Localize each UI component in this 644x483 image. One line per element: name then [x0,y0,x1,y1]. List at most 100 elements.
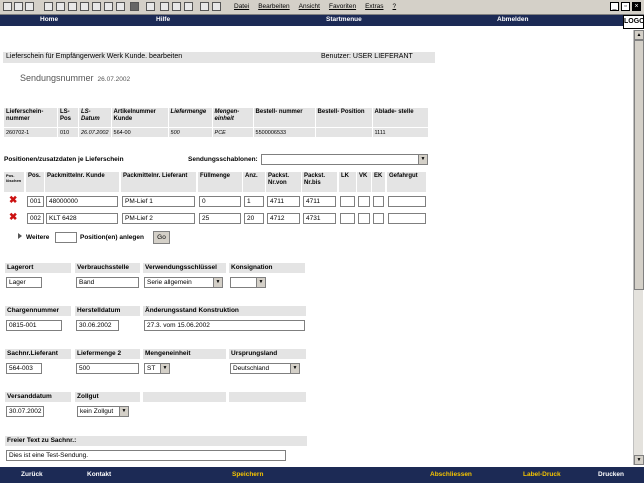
packmittel-kunde-input[interactable]: KLT 6428 [46,213,118,224]
scroll-up-icon[interactable]: ▲ [634,30,644,40]
packst-bis-input[interactable]: 4711 [303,196,336,207]
weitere-count-input[interactable] [55,232,77,243]
history-icon[interactable] [92,2,101,11]
pos-input[interactable]: 001 [27,196,44,207]
browser-toolbar: Datei Bearbeiten Ansicht Favoriten Extras? _… [0,0,644,15]
favorites-icon[interactable] [80,2,89,11]
sachnr-lieferant-label: Sachnr.Lieferant [5,349,71,359]
versanddatum-input[interactable]: 30.07.2002 [6,406,44,417]
chevron-down-icon[interactable]: ▼ [213,278,222,287]
schablonen-select[interactable]: ▼ [261,154,428,165]
delete-row-icon[interactable]: ✖ [9,213,17,223]
minimize-icon[interactable]: _ [610,2,619,11]
gefahrgut-input[interactable] [388,213,426,224]
kontakt-button[interactable]: Kontakt [87,471,111,478]
nav-abmelden[interactable]: Abmelden [497,16,528,23]
abschliessen-button[interactable]: Abschliessen [430,471,472,478]
sachnr-lieferant-input[interactable]: 564-003 [6,363,42,374]
mail-icon[interactable] [104,2,113,11]
chevron-down-icon[interactable]: ▼ [119,407,128,416]
messenger-icon[interactable] [160,2,169,11]
nav-hilfe[interactable]: Hilfe [156,16,170,23]
edit-icon[interactable] [130,2,139,11]
stop-icon[interactable] [25,2,34,11]
mengeneinheit-value: ST [147,365,156,372]
chevron-down-icon[interactable]: ▼ [256,278,265,287]
packmittel-lieferant-input[interactable]: PM-Lief 1 [122,196,195,207]
liefermenge2-label: Liefermenge 2 [75,349,140,359]
cell-bestellnummer: 5500006533 [253,128,315,137]
scroll-down-icon[interactable]: ▼ [634,455,644,465]
vk-input[interactable] [358,213,370,224]
speichern-button[interactable]: Speichern [232,471,263,478]
aenderungsstand-input[interactable]: 27.3. vom 15.06.2002 [144,320,305,331]
home-icon[interactable] [56,2,65,11]
chevron-down-icon[interactable]: ▼ [160,364,169,373]
lk-input[interactable] [340,213,355,224]
tool3-icon[interactable] [200,2,209,11]
close-icon[interactable]: × [632,2,641,11]
gefahrgut-input[interactable] [388,196,426,207]
freitext-input[interactable]: Dies ist eine Test-Sendung. [6,450,286,461]
menu-favoriten[interactable]: Favoriten [329,3,356,10]
cell-ls-pos: 010 [58,128,78,137]
menu-datei[interactable]: Datei [234,3,249,10]
sendung-date: 26.07.2002 [97,76,131,83]
lagerort-input[interactable]: Lager [6,277,42,288]
zurueck-button[interactable]: Zurück [21,471,43,478]
restore-icon[interactable]: ▫ [621,2,630,11]
menu-ansicht[interactable]: Ansicht [299,3,320,10]
menu-extras[interactable]: Extras [365,3,383,10]
delete-row-icon[interactable]: ✖ [9,196,17,206]
label-druck-button[interactable]: Label-Druck [523,471,561,478]
menu-bearbeiten[interactable]: Bearbeiten [258,3,289,10]
vk-input[interactable] [358,196,370,207]
mengeneinheit-select[interactable]: ST ▼ [144,363,170,374]
go-button[interactable]: Go [153,231,170,244]
fuellmenge-input[interactable]: 0 [199,196,241,207]
chevron-down-icon[interactable]: ▼ [290,364,299,373]
summary-table: Lieferschein-nummer LS-Pos LS-Datum Arti… [3,107,429,138]
verwendung-select[interactable]: Serie allgemein ▼ [144,277,223,288]
packst-bis-input[interactable]: 4731 [303,213,336,224]
back-icon[interactable] [3,2,12,11]
menu-help[interactable]: ? [393,3,397,10]
ek-input[interactable] [373,213,384,224]
ek-input[interactable] [373,196,384,207]
search-icon[interactable] [68,2,77,11]
chevron-down-icon[interactable]: ▼ [418,155,427,164]
lk-input[interactable] [340,196,355,207]
packst-von-input[interactable]: 4712 [267,213,300,224]
ursprungsland-select[interactable]: Deutschland ▼ [230,363,300,374]
tool2-icon[interactable] [184,2,193,11]
herstelldatum-label: Herstelldatum [75,306,140,316]
drucken-button[interactable]: Drucken [598,471,624,478]
anz-input[interactable]: 1 [244,196,264,207]
herstelldatum-input[interactable]: 30.06.2002 [76,320,119,331]
scroll-thumb[interactable] [634,40,644,290]
print-icon[interactable] [116,2,125,11]
nav-startmenue[interactable]: Startmenue [326,16,362,23]
col-packst-bis: Packst. Nr.bis [302,172,337,192]
vertical-scrollbar[interactable]: ▲ ▼ [633,30,644,465]
col-fuellmenge: Füllmenge [198,172,242,192]
tool-icon[interactable] [172,2,181,11]
packst-von-input[interactable]: 4711 [267,196,300,207]
packmittel-lieferant-input[interactable]: PM-Lief 2 [122,213,195,224]
verbrauchsstelle-input[interactable]: Band [76,277,139,288]
tool4-icon[interactable] [212,2,221,11]
anz-input[interactable]: 20 [244,213,264,224]
chargennummer-input[interactable]: 0815-001 [6,320,62,331]
refresh-icon[interactable] [44,2,53,11]
nav-home[interactable]: Home [40,16,58,23]
konsignation-select[interactable]: ▼ [230,277,266,288]
chargennummer-label: Chargennummer [5,306,71,316]
cell-mengeneinheit: PCE [212,128,253,137]
zollgut-select[interactable]: kein Zollgut ▼ [77,406,129,417]
forward-icon[interactable] [14,2,23,11]
liefermenge2-input[interactable]: 500 [76,363,139,374]
fuellmenge-input[interactable]: 25 [199,213,241,224]
packmittel-kunde-input[interactable]: 48000000 [46,196,118,207]
pos-input[interactable]: 002 [27,213,44,224]
discuss-icon[interactable] [146,2,155,11]
